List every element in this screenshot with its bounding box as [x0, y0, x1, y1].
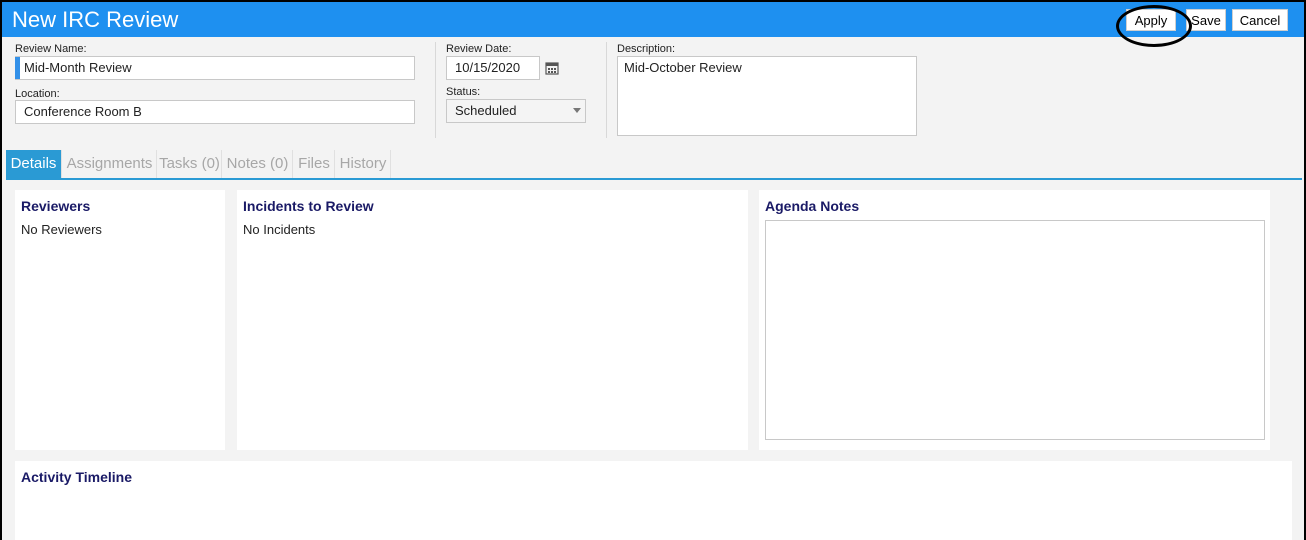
- required-indicator: [15, 57, 20, 79]
- tab-files[interactable]: Files: [294, 150, 335, 178]
- agenda-title: Agenda Notes: [765, 198, 860, 214]
- apply-button[interactable]: Apply: [1126, 9, 1176, 31]
- timeline-title: Activity Timeline: [21, 469, 133, 485]
- review-name-input[interactable]: Mid-Month Review: [15, 56, 415, 80]
- description-label: Description:: [617, 43, 676, 55]
- calendar-icon[interactable]: [545, 61, 559, 75]
- reviewers-panel: Reviewers No Reviewers: [15, 190, 225, 450]
- location-label: Location:: [15, 88, 60, 100]
- tab-notes[interactable]: Notes (0): [223, 150, 293, 178]
- status-label: Status:: [446, 86, 481, 98]
- description-textarea[interactable]: Mid-October Review: [617, 56, 917, 136]
- review-date-label: Review Date:: [446, 43, 512, 55]
- tab-underline: [6, 178, 1302, 180]
- reviewers-title: Reviewers: [21, 198, 91, 214]
- window-title: New IRC Review: [12, 7, 179, 32]
- tab-assignments[interactable]: Assignments: [63, 150, 157, 178]
- cancel-button[interactable]: Cancel: [1232, 9, 1288, 31]
- tab-history[interactable]: History: [336, 150, 391, 178]
- field-divider: [435, 42, 436, 138]
- tab-tasks[interactable]: Tasks (0): [158, 150, 222, 178]
- incidents-panel: Incidents to Review No Incidents: [237, 190, 748, 450]
- incidents-title: Incidents to Review: [243, 198, 374, 214]
- field-divider: [606, 42, 607, 138]
- status-select[interactable]: Scheduled: [446, 99, 586, 123]
- timeline-panel: Activity Timeline: [15, 461, 1292, 540]
- review-date-input[interactable]: 10/15/2020: [446, 56, 540, 80]
- agenda-panel: Agenda Notes: [759, 190, 1270, 450]
- reviewers-empty-text: No Reviewers: [21, 222, 102, 237]
- title-bar: New IRC Review Apply Save Cancel: [2, 2, 1304, 47]
- location-input[interactable]: Conference Room B: [15, 100, 415, 124]
- agenda-notes-textarea[interactable]: [765, 220, 1265, 440]
- save-button[interactable]: Save: [1186, 9, 1226, 31]
- chevron-down-icon[interactable]: [573, 108, 581, 113]
- review-name-label: Review Name:: [15, 43, 87, 55]
- incidents-empty-text: No Incidents: [243, 222, 316, 237]
- tab-details[interactable]: Details: [6, 150, 62, 178]
- irc-review-window: New IRC Review Apply Save Cancel Review …: [2, 2, 1304, 540]
